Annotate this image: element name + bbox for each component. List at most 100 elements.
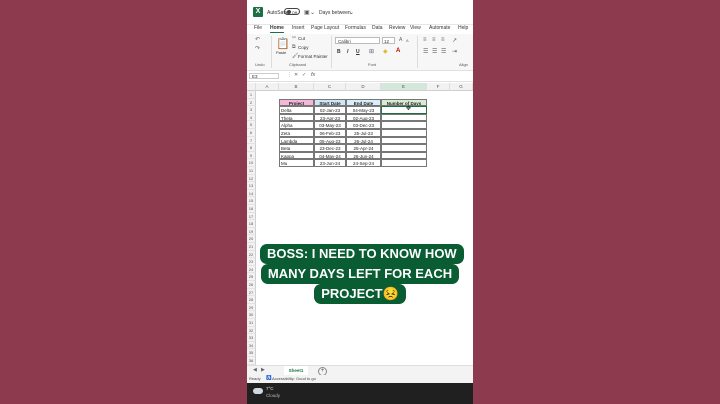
row-header[interactable]: 30 xyxy=(247,311,256,319)
indent-icon[interactable]: ⇥ xyxy=(452,48,457,55)
paste-label[interactable]: Paste xyxy=(276,50,286,55)
row-header[interactable]: 28 xyxy=(247,296,256,304)
align-top-icon[interactable]: ≡ xyxy=(423,37,427,43)
row-header[interactable]: 31 xyxy=(247,319,256,327)
table-cell[interactable] xyxy=(381,113,427,122)
row-header[interactable]: 33 xyxy=(247,334,256,342)
chevron-down-icon[interactable]: ⌄ xyxy=(310,9,315,16)
header-number-of-days[interactable]: Number of Days xyxy=(381,98,427,107)
undo-icon[interactable]: ↶ xyxy=(255,36,260,43)
next-sheet-icon[interactable]: ▶ xyxy=(261,367,265,373)
autosave-toggle[interactable]: Off xyxy=(284,8,300,15)
row-header[interactable]: 36 xyxy=(247,357,256,365)
table-cell[interactable]: 02-Aug-23 xyxy=(346,113,381,122)
table-cell[interactable]: 23-Jun-24 xyxy=(314,159,346,167)
redo-icon[interactable]: ↷ xyxy=(255,45,260,52)
orientation-icon[interactable]: ↗ xyxy=(452,37,457,44)
row-header[interactable]: 4 xyxy=(247,113,256,122)
row-header[interactable]: 10 xyxy=(247,159,256,167)
row-header[interactable]: 19 xyxy=(247,227,256,236)
row-header[interactable]: 3 xyxy=(247,106,256,114)
row-header[interactable]: 6 xyxy=(247,129,256,137)
table-cell[interactable]: 24-Sep-24 xyxy=(346,159,381,167)
italic-button[interactable]: I xyxy=(347,49,348,55)
paste-icon[interactable]: 📋 xyxy=(276,37,290,50)
more-icon[interactable]: ⋮ xyxy=(287,72,292,78)
tab-insert[interactable]: Insert xyxy=(292,25,305,31)
column-header[interactable]: F xyxy=(427,83,450,91)
align-center-icon[interactable]: ☰ xyxy=(432,48,437,55)
row-header[interactable]: 29 xyxy=(247,303,256,312)
font-name-select[interactable]: Calibri xyxy=(335,37,380,44)
row-header[interactable]: 35 xyxy=(247,349,256,357)
column-header[interactable]: E xyxy=(381,83,427,91)
table-cell[interactable]: 25-Apr-24 xyxy=(346,144,381,152)
copy-icon[interactable]: ⧉ xyxy=(292,44,296,50)
row-header[interactable]: 24 xyxy=(247,265,256,274)
row-header[interactable]: 13 xyxy=(247,182,256,190)
table-cell[interactable]: 05-Aug-23 xyxy=(314,136,346,145)
column-header[interactable]: D xyxy=(346,83,381,91)
tab-page-layout[interactable]: Page Layout xyxy=(311,25,339,31)
row-header[interactable]: 12 xyxy=(247,174,256,183)
formula-input[interactable] xyxy=(321,73,471,79)
format-painter-button[interactable]: Format Painter xyxy=(298,54,328,59)
worksheet-grid[interactable]: A B C D E F G 1 2 3 4 5 6 7 8 9 10 11 12 13 14 15 16 17 1… xyxy=(247,83,473,365)
select-all-corner[interactable] xyxy=(247,83,256,91)
table-cell[interactable]: 23-Apr-23 xyxy=(314,113,346,122)
table-cell[interactable]: Kappa xyxy=(279,151,314,160)
table-cell[interactable] xyxy=(381,129,427,137)
row-header[interactable]: 18 xyxy=(247,220,256,228)
row-header[interactable]: 23 xyxy=(247,258,256,266)
tab-data[interactable]: Data xyxy=(372,25,383,31)
table-cell[interactable]: Mu xyxy=(279,159,314,167)
table-cell[interactable]: Delta xyxy=(279,106,314,114)
tab-automate[interactable]: Automate xyxy=(429,25,450,31)
tab-formulas[interactable]: Formulas xyxy=(345,25,366,31)
accessibility-status[interactable]: Accessibility: Good to go xyxy=(272,376,316,381)
underline-button[interactable]: U xyxy=(356,49,360,55)
row-header[interactable]: 7 xyxy=(247,136,256,145)
table-cell[interactable]: 02-Jan-23 xyxy=(314,106,346,114)
row-header[interactable]: 14 xyxy=(247,189,256,198)
table-cell[interactable]: 23-Dec-23 xyxy=(314,144,346,152)
align-right-icon[interactable]: ☰ xyxy=(441,48,446,55)
column-header[interactable]: C xyxy=(314,83,346,91)
table-cell[interactable]: Alpha xyxy=(279,121,314,129)
row-header[interactable]: 2 xyxy=(247,98,256,107)
active-cell[interactable] xyxy=(381,106,427,114)
tab-file[interactable]: File xyxy=(254,25,262,31)
row-header[interactable]: 26 xyxy=(247,281,256,289)
row-header[interactable]: 32 xyxy=(247,326,256,335)
table-cell[interactable]: 04-May-23 xyxy=(346,106,381,114)
table-cell[interactable]: Lambda xyxy=(279,136,314,145)
row-header[interactable]: 21 xyxy=(247,243,256,251)
cut-icon[interactable]: ✂ xyxy=(292,35,296,41)
font-color-icon[interactable]: A xyxy=(396,48,400,54)
table-cell[interactable]: 03-May-23 xyxy=(314,121,346,129)
align-left-icon[interactable]: ☰ xyxy=(423,48,428,55)
table-cell[interactable]: Beta xyxy=(279,144,314,152)
row-header[interactable]: 16 xyxy=(247,205,256,213)
increase-font-icon[interactable]: A xyxy=(399,37,402,43)
table-cell[interactable]: Zeta xyxy=(279,129,314,137)
column-header[interactable]: B xyxy=(279,83,314,91)
header-start-date[interactable]: Start Date xyxy=(314,98,346,107)
cut-button[interactable]: Cut xyxy=(298,36,305,41)
table-cell[interactable]: 06-Feb-23 xyxy=(314,129,346,137)
tab-help[interactable]: Help xyxy=(458,25,468,31)
row-header[interactable]: 22 xyxy=(247,250,256,259)
row-header[interactable]: 11 xyxy=(247,167,256,175)
prev-sheet-icon[interactable]: ◀ xyxy=(253,367,257,373)
table-cell[interactable] xyxy=(381,121,427,129)
table-cell[interactable] xyxy=(381,144,427,152)
row-header[interactable]: 34 xyxy=(247,341,256,350)
bold-button[interactable]: B xyxy=(337,49,341,55)
fill-color-icon[interactable]: ◈ xyxy=(383,48,388,55)
row-header[interactable]: 27 xyxy=(247,288,256,297)
table-cell[interactable]: 25-Jul-23 xyxy=(346,129,381,137)
row-header[interactable]: 5 xyxy=(247,121,256,129)
name-box[interactable]: E3 xyxy=(249,73,279,79)
table-cell[interactable] xyxy=(381,136,427,145)
row-header[interactable]: 15 xyxy=(247,197,256,205)
